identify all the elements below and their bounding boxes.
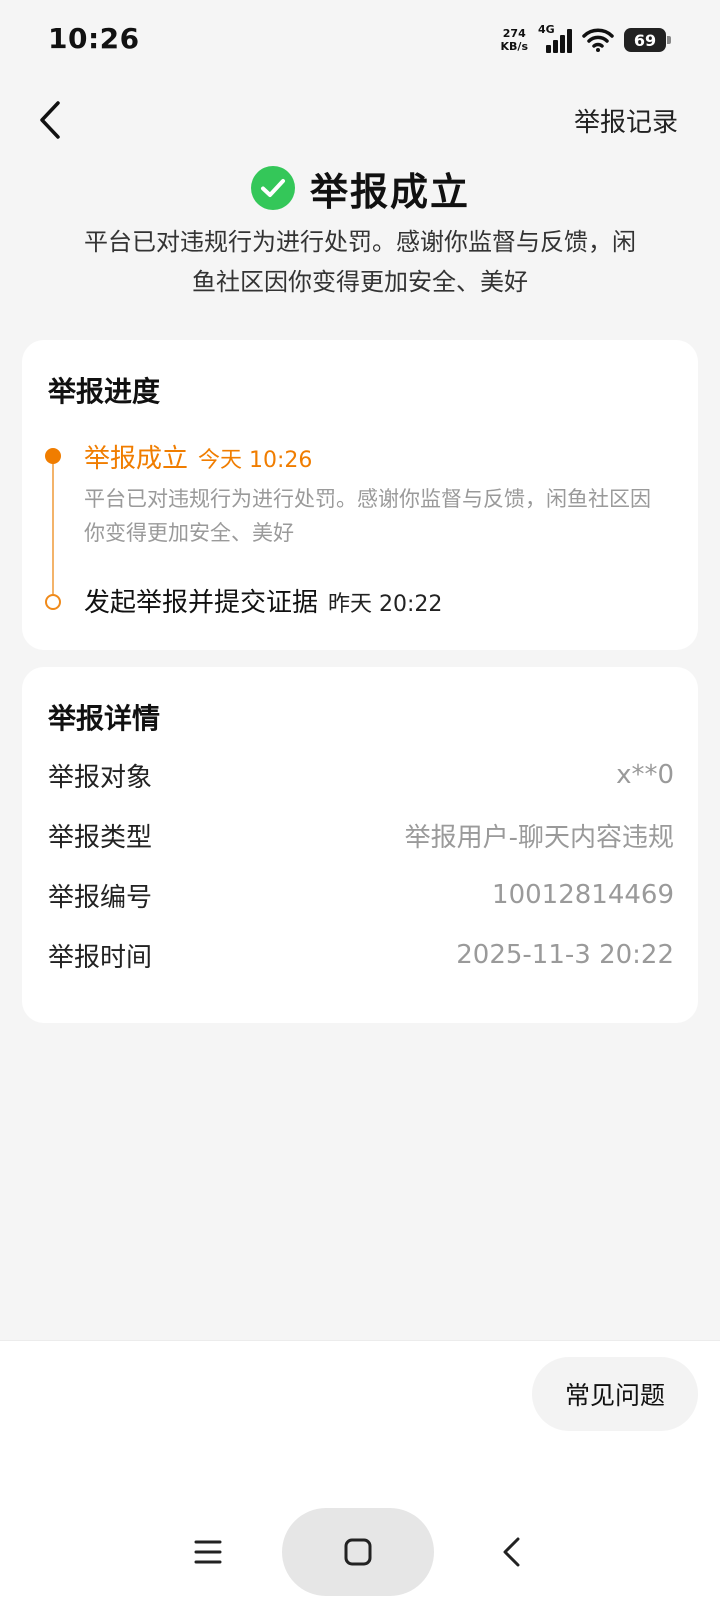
wifi-icon xyxy=(582,28,614,52)
detail-value: x**0 xyxy=(616,760,674,790)
detail-row-number: 举报编号 10012814469 xyxy=(48,875,674,915)
network-speed-value: 274 xyxy=(502,27,526,40)
detail-row-target: 举报对象 x**0 xyxy=(48,755,674,795)
detail-label: 举报编号 xyxy=(48,882,153,913)
network-type: 4G xyxy=(538,23,555,36)
detail-row-time: 举报时间 2025-11-3 20:22 xyxy=(48,935,674,975)
battery-icon: 69 xyxy=(624,28,671,52)
back-chevron-icon xyxy=(503,1537,520,1567)
back-button[interactable] xyxy=(28,96,72,144)
detail-value: 2025-11-3 20:22 xyxy=(456,940,674,970)
timeline-line xyxy=(52,458,54,594)
detail-row-type: 举报类型 举报用户-聊天内容违规 xyxy=(48,815,674,855)
detail-label: 举报对象 xyxy=(48,762,153,793)
home-square-icon xyxy=(344,1538,372,1566)
progress-step: 发起举报并提交证据 昨天 20:22 xyxy=(84,582,442,619)
menu-icon xyxy=(194,1540,222,1564)
detail-label: 举报类型 xyxy=(48,822,153,853)
network-speed-unit: KB/s xyxy=(500,40,528,53)
timeline-dot-active xyxy=(45,448,61,464)
status-indicators: 274 KB/s 4G 69 xyxy=(501,22,671,58)
cellular-signal-icon: 4G xyxy=(538,23,572,53)
step-time: 今天 10:26 xyxy=(198,448,313,473)
report-progress-card: 举报进度 举报成立 今天 10:26 平台已对违规行为进行处罚。感谢你监督与反馈… xyxy=(22,340,698,650)
nav-home-button[interactable] xyxy=(282,1508,434,1596)
faq-button[interactable]: 常见问题 xyxy=(532,1357,698,1431)
step-description: 平台已对违规行为进行处罚。感谢你监督与反馈，闲鱼社区因你变得更加安全、美好 xyxy=(84,487,651,545)
result-description: 平台已对违规行为进行处罚。感谢你监督与反馈，闲鱼社区因你变得更加安全、美好 xyxy=(84,228,636,296)
system-nav-bar xyxy=(0,1508,720,1600)
report-details-card: 举报详情 举报对象 x**0 举报类型 举报用户-聊天内容违规 举报编号 100… xyxy=(22,667,698,1023)
detail-value: 10012814469 xyxy=(492,880,674,910)
details-title: 举报详情 xyxy=(48,702,161,735)
report-records-link[interactable]: 举报记录 xyxy=(574,102,678,139)
detail-label: 举报时间 xyxy=(48,942,153,973)
status-time: 10:26 xyxy=(48,22,140,55)
progress-step: 举报成立 今天 10:26 xyxy=(84,438,312,475)
battery-level: 69 xyxy=(633,30,657,50)
check-circle-icon xyxy=(250,166,295,210)
status-bar: 10:26 274 KB/s 4G 69 xyxy=(0,0,720,80)
result-header: 举报成立 xyxy=(0,160,720,216)
progress-title: 举报进度 xyxy=(48,375,161,408)
step-label: 举报成立 xyxy=(84,444,189,474)
nav-menu-button[interactable] xyxy=(186,1530,230,1574)
network-speed: 274 KB/s xyxy=(501,27,528,53)
step-label: 发起举报并提交证据 xyxy=(84,588,319,618)
chevron-left-icon xyxy=(40,101,60,139)
nav-back-button[interactable] xyxy=(490,1530,534,1574)
step-time: 昨天 20:22 xyxy=(328,592,443,617)
timeline-dot xyxy=(45,594,61,610)
detail-value: 举报用户-聊天内容违规 xyxy=(404,822,674,853)
result-title: 举报成立 xyxy=(309,169,470,214)
